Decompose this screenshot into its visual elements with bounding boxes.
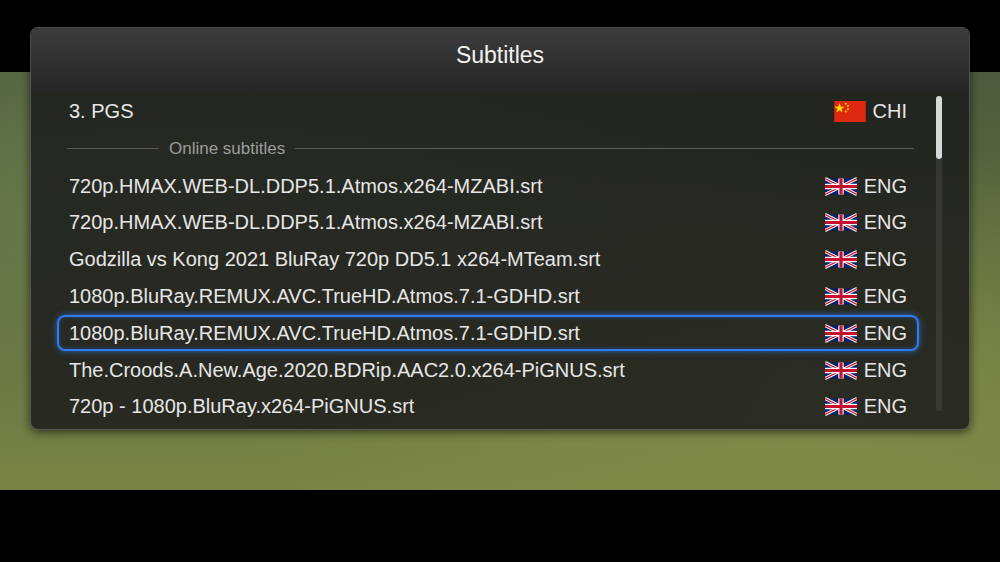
- uk-flag-icon: [825, 286, 857, 307]
- uk-flag-icon: [825, 396, 857, 417]
- subtitle-name: The.Croods.A.New.Age.2020.BDRip.AAC2.0.x…: [69, 359, 625, 382]
- subtitle-row[interactable]: 720p.HMAX.WEB-DL.DDP5.1.Atmos.x264-MZABI…: [57, 168, 919, 204]
- section-line: [67, 148, 159, 149]
- china-flag-icon: [834, 101, 866, 122]
- subtitle-language: ENG: [825, 175, 907, 198]
- scrollbar[interactable]: [936, 96, 942, 411]
- language-code: ENG: [864, 395, 907, 418]
- uk-flag-icon: [825, 360, 857, 381]
- uk-flag-icon: [825, 323, 857, 344]
- uk-flag-icon: [825, 212, 857, 233]
- subtitle-name: Godzilla vs Kong 2021 BluRay 720p DD5.1 …: [69, 248, 600, 271]
- subtitle-name: 720p - 1080p.BluRay.x264-PiGNUS.srt: [69, 395, 414, 418]
- letterbox-bottom: [0, 490, 1000, 562]
- section-label: Online subtitles: [169, 139, 285, 159]
- subtitle-name: 720p.HMAX.WEB-DL.DDP5.1.Atmos.x264-MZABI…: [69, 175, 542, 198]
- subtitle-language: ENG: [825, 395, 907, 418]
- player-screen: Subtitles 3. PGS CHI Online subtitles 720p.H…: [0, 0, 1000, 562]
- subtitle-language: ENG: [825, 211, 907, 234]
- subtitle-language: ENG: [825, 285, 907, 308]
- subtitle-row[interactable]: 720p - 1080p.BluRay.x264-PiGNUS.srt ENG: [57, 389, 919, 425]
- scrollbar-thumb[interactable]: [936, 96, 942, 159]
- subtitle-language: ENG: [825, 248, 907, 271]
- section-header: Online subtitles: [57, 130, 919, 168]
- language-code: ENG: [864, 211, 907, 234]
- language-code: ENG: [864, 175, 907, 198]
- language-code: ENG: [864, 359, 907, 382]
- language-code: ENG: [864, 248, 907, 271]
- language-code: ENG: [864, 285, 907, 308]
- subtitle-row[interactable]: Godzilla vs Kong 2021 BluRay 720p DD5.1 …: [57, 242, 919, 278]
- subtitle-row[interactable]: The.Croods.A.New.Age.2020.BDRip.AAC2.0.x…: [57, 352, 919, 388]
- language-code: CHI: [873, 100, 907, 123]
- dialog-header: Subtitles: [31, 28, 969, 92]
- subtitle-name: 720p.HMAX.WEB-DL.DDP5.1.Atmos.x264-MZABI…: [69, 211, 542, 234]
- language-code: ENG: [864, 322, 907, 345]
- subtitle-row[interactable]: 1080p.BluRay.REMUX.AVC.TrueHD.Atmos.7.1-…: [57, 315, 919, 351]
- subtitle-name: 1080p.BluRay.REMUX.AVC.TrueHD.Atmos.7.1-…: [69, 285, 580, 308]
- uk-flag-icon: [825, 249, 857, 270]
- subtitle-row[interactable]: 720p.HMAX.WEB-DL.DDP5.1.Atmos.x264-MZABI…: [57, 205, 919, 241]
- section-line: [295, 148, 914, 149]
- subtitle-row[interactable]: 3. PGS CHI: [57, 93, 919, 129]
- subtitle-language: CHI: [834, 100, 907, 123]
- subtitle-name: 3. PGS: [69, 100, 133, 123]
- subtitles-dialog: Subtitles 3. PGS CHI Online subtitles 720p.H…: [30, 27, 970, 430]
- dialog-title: Subtitles: [456, 42, 544, 69]
- subtitle-name: 1080p.BluRay.REMUX.AVC.TrueHD.Atmos.7.1-…: [69, 322, 580, 345]
- subtitle-language: ENG: [825, 322, 907, 345]
- subtitle-list[interactable]: 3. PGS CHI Online subtitles 720p.HMAX.WEB-D…: [31, 92, 969, 429]
- subtitle-row[interactable]: 1080p.BluRay.REMUX.AVC.TrueHD.Atmos.7.1-…: [57, 279, 919, 315]
- uk-flag-icon: [825, 176, 857, 197]
- subtitle-language: ENG: [825, 359, 907, 382]
